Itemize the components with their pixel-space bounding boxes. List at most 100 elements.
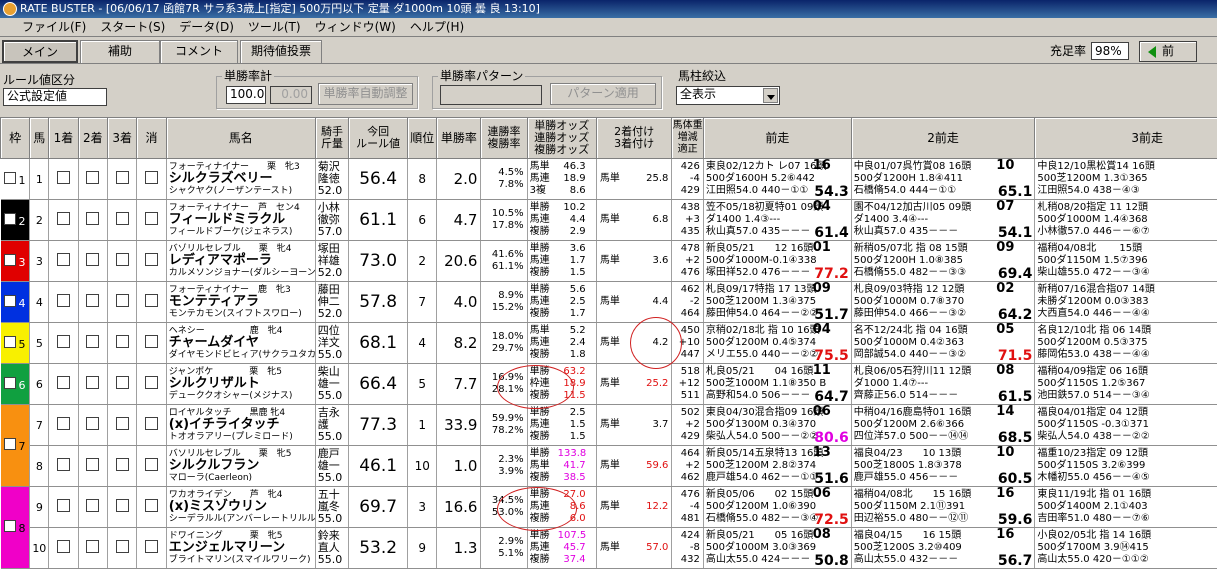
race2-cell[interactable]: 新稍05/07北 指 08 15頭 500ダ1200H 1.0⑧385 石橋脩55.… (851, 240, 1036, 282)
tab-comment[interactable]: コメント (160, 40, 238, 63)
race1-cell[interactable]: 新良05/21 05 16頭 500ダ1000M 3.0③369 高山太55.0 4… (703, 527, 852, 569)
race1-cell[interactable]: 札良05/21 04 16頭 500芝1000M 1.1⑧350 B 高野和54.0… (703, 363, 852, 405)
tab-expected-vote[interactable]: 期待値投票 (240, 40, 322, 63)
waku-checkbox[interactable] (4, 520, 17, 532)
menu-tools[interactable]: ツール(T) (241, 18, 308, 36)
third-checkbox[interactable] (115, 540, 129, 553)
first-checkbox[interactable] (56, 253, 70, 266)
race2-cell[interactable]: 福良04/15 16 15頭 500芝1200S 3.2⑩409 高山太55.0 4… (851, 527, 1036, 569)
auto-adjust-button[interactable]: 単勝率自動調整 (318, 83, 413, 105)
menu-file[interactable]: ファイル(F) (0, 18, 93, 36)
win-rate[interactable]: 16.6 (436, 486, 482, 528)
win-rate[interactable]: 8.2 (436, 322, 482, 364)
first-checkbox[interactable] (56, 212, 70, 225)
third-checkbox[interactable] (115, 376, 129, 389)
horse-name-cell[interactable]: ジャンポケ 栗 牝5 シルクリザルト デューククオシャー(メジナス) (166, 363, 316, 405)
third-checkbox[interactable] (115, 458, 129, 471)
win-rate[interactable]: 7.7 (436, 363, 482, 405)
waku-checkbox[interactable] (4, 335, 17, 348)
win-rate[interactable]: 4.0 (436, 281, 482, 323)
race1-cell[interactable]: 東良04/30混合指09 16頭 500ダ1300M 0.3④370 柴弘人54.0… (703, 404, 852, 446)
waku-checkbox[interactable] (4, 294, 17, 307)
waku-checkbox[interactable] (4, 253, 17, 266)
erase-checkbox[interactable] (145, 540, 159, 553)
menu-data[interactable]: データ(D) (172, 18, 241, 36)
waku-checkbox[interactable] (4, 171, 17, 184)
second-checkbox[interactable] (86, 294, 100, 307)
pattern-apply-button[interactable]: パターン適用 (550, 83, 656, 105)
first-checkbox[interactable] (56, 417, 70, 430)
race3-cell[interactable]: 名良12/10北 指 06 14頭 500ダ1200M 0.5③375 藤岡佑53.… (1034, 322, 1217, 364)
first-checkbox[interactable] (56, 458, 70, 471)
erase-checkbox[interactable] (145, 376, 159, 389)
horse-name-cell[interactable]: ドワイニング 栗 牝5 エンジェルマリーン ブライトマリン(スマイルワリーク) (166, 527, 316, 569)
horse-name-cell[interactable]: フォーティナイナー 栗 牝3 シルクラズベリー シャクヤク(ノーザンテースト) (166, 158, 316, 200)
horse-name-cell[interactable]: ワカオライデン 芦 牝4 (x)ミスゾウリン シーデラルル(アンバーレートリルル) (166, 486, 316, 528)
first-checkbox[interactable] (56, 499, 70, 512)
race3-cell[interactable]: 福稍04/09指定 06 16頭 500ダ1150S 1.2⑤367 池田鉄57.0… (1034, 363, 1217, 405)
race3-cell[interactable]: 福稍04/08北 15頭 500ダ1150M 1.5⑦396 柴山雄55.0 472… (1034, 240, 1217, 282)
race1-cell[interactable]: 新良05/21 12 16頭 500ダ1000M-0.1④338 塚田祥52.0 4… (703, 240, 852, 282)
race1-cell[interactable]: 京稍02/18北 指 10 16頭 500ダ1200M 0.4⑤374 メリエ55.… (703, 322, 852, 364)
race3-cell[interactable]: 札稍08/20指定 11 12頭 500ダ1000M 1.4④368 小林徹57.0… (1034, 199, 1217, 241)
third-checkbox[interactable] (115, 253, 129, 266)
third-checkbox[interactable] (115, 499, 129, 512)
win-rate[interactable]: 33.9 (436, 404, 482, 446)
race2-cell[interactable]: 中良01/07呉竹賞08 16頭 500ダ1200H 1.8④411 石橋脩54.0… (851, 158, 1036, 200)
erase-checkbox[interactable] (145, 335, 159, 348)
race1-cell[interactable]: 新良05/14五泉特13 16頭 500芝1200M 2.8②374 鹿戸雄54.0… (703, 445, 852, 487)
erase-checkbox[interactable] (145, 499, 159, 512)
menu-start[interactable]: スタート(S) (93, 18, 172, 36)
menu-help[interactable]: ヘルプ(H) (403, 18, 471, 36)
win-rate[interactable]: 4.7 (436, 199, 482, 241)
race3-cell[interactable]: 福重10/23指定 09 12頭 500ダ1150S 3.2⑥399 木幡初55.0… (1034, 445, 1217, 487)
race1-cell[interactable]: 東良02/12カト レ07 16頭 500ダ1600H 5.2⑥442 江田照54.… (703, 158, 852, 200)
second-checkbox[interactable] (86, 499, 100, 512)
win-rate[interactable]: 20.6 (436, 240, 482, 282)
pattern-select[interactable] (440, 85, 542, 105)
first-checkbox[interactable] (56, 294, 70, 307)
first-checkbox[interactable] (56, 540, 70, 553)
second-checkbox[interactable] (86, 212, 100, 225)
race2-cell[interactable]: 福良04/23 10 13頭 500芝1800S 1.8③378 鹿戸雄55.0 4… (851, 445, 1036, 487)
race3-cell[interactable]: 東良11/19北 指 01 16頭 500ダ1400M 2.1①403 吉田率51.… (1034, 486, 1217, 528)
waku-checkbox[interactable] (4, 438, 17, 450)
race2-cell[interactable]: 中稍04/16鹿島特01 16頭 500ダ1200M 2.6⑥366 四位洋57.0… (851, 404, 1036, 446)
prev-button[interactable]: 前 (1139, 41, 1197, 62)
second-checkbox[interactable] (86, 540, 100, 553)
horse-name-cell[interactable]: ロイヤルタッチ 黒鹿 牝4 (x)イチライタッチ トオオラアリー(プレミロード) (166, 404, 316, 446)
race3-cell[interactable]: 新稍07/16混合指07 14頭 未勝ダ1200M 0.0③383 大西直54.0 … (1034, 281, 1217, 323)
second-checkbox[interactable] (86, 335, 100, 348)
second-checkbox[interactable] (86, 458, 100, 471)
erase-checkbox[interactable] (145, 212, 159, 225)
tab-main[interactable]: メイン (2, 40, 78, 63)
erase-checkbox[interactable] (145, 294, 159, 307)
second-checkbox[interactable] (86, 376, 100, 389)
erase-checkbox[interactable] (145, 171, 159, 184)
race1-cell[interactable]: 新良05/06 02 15頭 500ダ1200M 1.0⑥390 石橋脩55.0 4… (703, 486, 852, 528)
race2-cell[interactable]: 福稍04/08北 15 16頭 500ダ1150M 2.1⑪391 田辺裕55.0 … (851, 486, 1036, 528)
waku-checkbox[interactable] (4, 212, 17, 225)
first-checkbox[interactable] (56, 376, 70, 389)
win-rate[interactable]: 1.3 (436, 527, 482, 569)
race1-cell[interactable]: 笠不05/18初夏特01 09頭 ダ1400 1.4③--- 秋山真57.0 435… (703, 199, 852, 241)
race3-cell[interactable]: 中良12/10黒松賞14 16頭 500芝1200M 1.3①365 江田照54.0… (1034, 158, 1217, 200)
race2-cell[interactable]: 札良06/05石狩川11 12頭 ダ1000 1.4⑦--- 齊藤正56.0 514… (851, 363, 1036, 405)
filter-select[interactable]: 全表示 (676, 86, 780, 105)
erase-checkbox[interactable] (145, 458, 159, 471)
first-checkbox[interactable] (56, 335, 70, 348)
win-rate[interactable]: 2.0 (436, 158, 482, 200)
race2-cell[interactable]: 園不04/12加古川05 09頭 ダ1400 3.4④--- 秋山真57.0 435… (851, 199, 1036, 241)
race2-cell[interactable]: 名不12/24北 指 04 16頭 500ダ1000M 0.4②363 岡部誠54.… (851, 322, 1036, 364)
tab-assist[interactable]: 補助 (80, 40, 160, 63)
second-checkbox[interactable] (86, 253, 100, 266)
race2-cell[interactable]: 札良09/03特指 12 12頭 500ダ1000M 0.7⑧370 藤田伸54.0… (851, 281, 1036, 323)
third-checkbox[interactable] (115, 335, 129, 348)
erase-checkbox[interactable] (145, 253, 159, 266)
race3-cell[interactable]: 小良02/05北 指 14 16頭 500ダ1700M 3.9⑭415 高山太55.… (1034, 527, 1217, 569)
first-checkbox[interactable] (56, 171, 70, 184)
second-checkbox[interactable] (86, 171, 100, 184)
second-checkbox[interactable] (86, 417, 100, 430)
horse-name-cell[interactable]: フォーティナイナー 芦 セン4 フィールドミラクル フィールドブーケ(ジェネラス) (166, 199, 316, 241)
erase-checkbox[interactable] (145, 417, 159, 430)
